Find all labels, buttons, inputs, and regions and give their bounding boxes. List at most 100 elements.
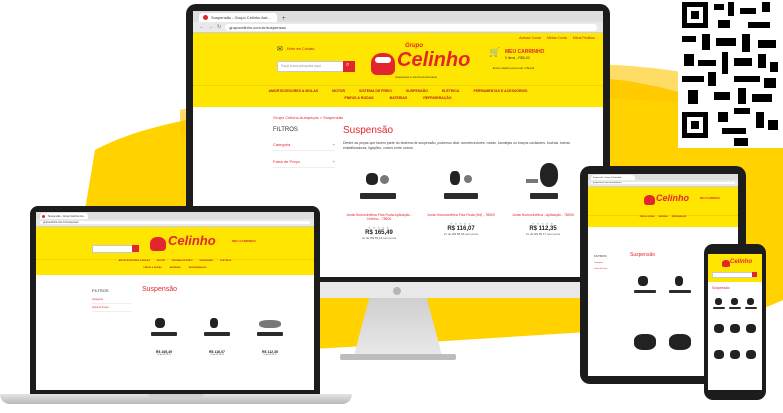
browser-tab-title: Suspensão - Grupo Celinho Aut... — [211, 15, 271, 20]
product-image — [253, 312, 287, 342]
product-card[interactable] — [712, 296, 726, 312]
nav-item-pneus[interactable]: PNEUS & RODAS — [143, 267, 161, 269]
nav-item-amortecedores[interactable]: AMORTECEDORES & MOLAS — [119, 260, 150, 262]
product-grid: Junta Homocinética Fixa Roda Aplicação -… — [343, 159, 579, 240]
product-name[interactable]: Junta Homocinética - Aplicação - 78530 — [507, 213, 579, 217]
product-image — [200, 312, 234, 342]
new-tab-button[interactable]: + — [282, 16, 286, 22]
product-card[interactable]: Junta Homocinética - Aplicação - 78530 ★… — [507, 159, 579, 240]
address-bar[interactable]: grupocelinho.com.br/suspensao — [225, 23, 597, 31]
contact-label[interactable]: Entre em Contato — [287, 47, 317, 51]
address-bar[interactable]: grupocelinho.com.br/suspensao — [591, 182, 735, 184]
nav-item-freio[interactable]: SISTEMA DE FREIO — [359, 89, 392, 93]
product-card[interactable] — [665, 330, 695, 360]
nav-item-refrigeracao[interactable]: REFRIGERAÇÃO — [423, 96, 451, 100]
site-logo[interactable]: Grupo Celinho Autopeças e Centro Automot… — [371, 39, 471, 89]
search-button[interactable]: ⌕ — [343, 61, 355, 72]
reload-icon[interactable]: ↻ — [217, 24, 221, 30]
product-installments: 2x de R$ 56,17 sem juros — [525, 232, 561, 237]
browser-chrome: Suspensão - Grupo Celinho Aut... + ← → ↻… — [193, 11, 603, 33]
cart-icon[interactable]: 🛒 — [489, 47, 500, 58]
nav-item-pneus[interactable]: PNEUS & RODAS — [640, 216, 655, 218]
filter-faixa-preco[interactable]: Faixa de Preço — [92, 304, 132, 312]
search-button[interactable] — [132, 245, 139, 252]
filters-title: FILTROS — [594, 254, 607, 258]
product-card[interactable] — [744, 296, 758, 312]
product-installments: 2x de R$ 56,17 — [263, 354, 277, 356]
nav-item-pneus[interactable]: PNEUS & RODAS — [344, 96, 373, 100]
filter-categoria[interactable]: Categoria — [92, 296, 132, 304]
nav-item-eletrica[interactable]: ELÉTRICA — [442, 89, 460, 93]
product-name[interactable]: Junta Homocinética Fixa Roda (Kit) - 785… — [425, 213, 497, 217]
logo-name[interactable]: Celinho — [168, 233, 216, 248]
search-placeholder: Faça a sua pesquisa aqui — [281, 64, 321, 68]
product-card[interactable] — [665, 270, 695, 300]
category-description: Dentre as peças que fazem parte do siste… — [343, 141, 571, 150]
qr-code — [678, 0, 783, 148]
nav-item-baterias[interactable]: BATERIAS — [659, 216, 668, 218]
product-image — [436, 159, 486, 209]
product-installments: 2x de R$ 58,03 sem juros — [443, 232, 479, 237]
nav-item-refrigeracao[interactable]: REFRIGERAÇÃO — [672, 216, 687, 218]
search-input[interactable]: Faça a sua pesquisa aqui — [277, 61, 345, 72]
product-card[interactable] — [728, 296, 742, 312]
product-card[interactable]: Junta Homocinética Fixa Roda (Kit) - 785… — [425, 159, 497, 240]
search-input[interactable] — [92, 245, 134, 253]
product-card[interactable]: R$ 112,35 2x de R$ 56,17 — [248, 312, 292, 356]
site-header: Celinho MEU CARRINHO AMORTECEDORES & MOL… — [36, 227, 314, 275]
product-card[interactable] — [728, 348, 742, 364]
product-card[interactable] — [630, 330, 660, 360]
nav-item-motor[interactable]: MOTOR — [157, 260, 165, 262]
nav-item-baterias[interactable]: BATERIAS — [390, 96, 408, 100]
browser-tab[interactable]: Suspensão - Grupo Celinho Aut... — [591, 175, 635, 180]
product-card[interactable] — [728, 322, 742, 338]
product-image — [518, 159, 568, 209]
logo-name[interactable]: Celinho — [656, 193, 689, 203]
product-card[interactable] — [630, 270, 660, 300]
forward-icon[interactable]: → — [208, 24, 213, 30]
top-link-my-account[interactable]: Minha Conta — [547, 36, 567, 40]
nav-item-suspensao[interactable]: SUSPENSÃO — [406, 89, 428, 93]
top-link-orders[interactable]: Meus Pedidos — [573, 36, 595, 40]
product-image — [147, 312, 181, 342]
laptop-screen: Suspensão - Grupo Celinho Aut... grupoce… — [36, 212, 314, 390]
product-card[interactable] — [712, 348, 726, 364]
search-button[interactable] — [752, 272, 757, 277]
product-name[interactable]: Junta Homocinética Fixa Roda Aplicação -… — [343, 213, 415, 221]
cart-title[interactable]: MEU CARRINHO — [232, 239, 256, 243]
top-links: Acesse Conta Minha Conta Meus Pedidos — [519, 36, 595, 40]
nav-item-refrigeracao[interactable]: REFRIGERAÇÃO — [189, 267, 207, 269]
page-title: Suspensão — [142, 286, 178, 293]
logo-name[interactable]: Celinho — [730, 259, 752, 265]
filter-categoria[interactable]: Categoria + — [273, 139, 335, 151]
filter-faixa-preco[interactable]: Faixa de Preço + — [273, 156, 335, 168]
nav-item-suspensao[interactable]: SUSPENSÃO — [200, 260, 214, 262]
nav-item-baterias[interactable]: BATERIAS — [170, 267, 181, 269]
plus-icon: + — [332, 142, 335, 147]
product-card[interactable]: Junta Homocinética Fixa Roda Aplicação -… — [343, 159, 415, 240]
breadcrumb[interactable]: Grupo Celinho Autopeças > Suspensão — [273, 115, 343, 120]
top-link-account[interactable]: Acesse Conta — [519, 36, 541, 40]
filter-faixa-preco-label[interactable]: Faixa de Preço — [594, 268, 607, 270]
nav-item-freio[interactable]: SISTEMA DE FREIO — [172, 260, 193, 262]
product-card[interactable]: R$ 116,07 2x de R$ 58,03 — [195, 312, 239, 356]
nav-item-ferramentas[interactable]: FERRAMENTAS E ACESSÓRIOS — [473, 89, 527, 93]
url-text: grupocelinho.com.br/suspensao — [43, 221, 79, 224]
search-input[interactable] — [712, 272, 754, 278]
browser-tab-title: Suspensão - Grupo Celinho Aut... — [593, 176, 623, 179]
product-card[interactable] — [744, 348, 758, 364]
cart-title[interactable]: MEU CARRINHO — [700, 197, 720, 200]
product-card[interactable] — [744, 322, 758, 338]
nav-item-eletrica[interactable]: ELÉTRICA — [220, 260, 231, 262]
nav-item-motor[interactable]: MOTOR — [332, 89, 345, 93]
cart-info: 0 itens - R$0,00 — [505, 56, 530, 60]
nav-item-amortecedores[interactable]: AMORTECEDORES & MOLAS — [268, 89, 318, 93]
back-icon[interactable]: ← — [199, 24, 204, 30]
product-card[interactable]: R$ 165,49 3x de R$ 55,16 — [142, 312, 186, 356]
browser-tab[interactable]: Suspensão - Grupo Celinho Aut... — [40, 213, 88, 219]
product-card[interactable] — [712, 322, 726, 338]
browser-tab[interactable]: Suspensão - Grupo Celinho Aut... — [199, 13, 277, 22]
filter-categoria-label[interactable]: Categoria — [594, 262, 603, 264]
cart-title[interactable]: MEU CARRINHO — [505, 49, 544, 55]
address-bar[interactable]: grupocelinho.com.br/suspensao — [40, 221, 310, 224]
